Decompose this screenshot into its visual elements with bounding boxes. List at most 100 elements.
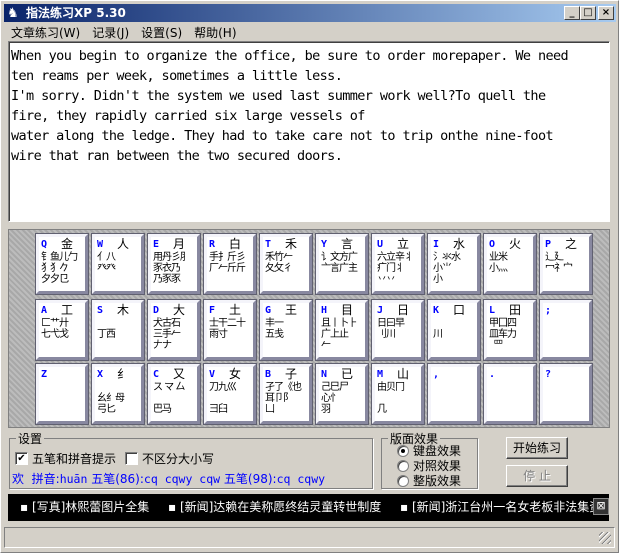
key-Z[interactable]: Z — [36, 364, 88, 424]
key-T[interactable]: T 禾禾竹𠂉 夂攵彳 — [260, 234, 312, 294]
key-J[interactable]: J 日日曰早 刂川 — [372, 300, 424, 360]
key-letter: Y — [321, 239, 328, 250]
key-letter: C — [153, 369, 160, 380]
key-letter: D — [153, 305, 160, 316]
key-letter: ; — [545, 305, 552, 316]
key-letter: H — [321, 305, 328, 316]
key-N[interactable]: N 已己巳尸 心忄 羽 — [316, 364, 368, 424]
hint-w86-label: 五笔(86): — [91, 472, 144, 486]
key-letter: E — [153, 239, 160, 250]
key-S[interactable]: S 木 丁西 — [92, 300, 144, 360]
key-letter: V — [209, 369, 216, 380]
key-main-radical: 木 — [117, 303, 130, 317]
practice-text[interactable]: When you begin to organize the office, b… — [8, 41, 610, 222]
key-F[interactable]: F 土士干二十 雨寸 — [204, 300, 256, 360]
key-radicals: 由贝冂 几 — [377, 382, 405, 415]
key-H[interactable]: H 目且丨卜⺊ 广上止 𠂉 — [316, 300, 368, 360]
radio-full[interactable]: 整版效果 — [397, 472, 461, 489]
hint-pinyin-label: 拼音: — [31, 472, 60, 486]
key-letter: U — [377, 239, 384, 250]
close-button[interactable]: × — [598, 6, 614, 20]
key-main-radical: 女 — [229, 367, 242, 381]
key-main-radical: 目 — [341, 303, 354, 317]
key-radicals: 讠文方广 亠言广主 — [321, 252, 358, 274]
key-letter: , — [433, 369, 440, 380]
key-radicals: 丁西 — [97, 329, 116, 340]
key-.[interactable]: . — [484, 364, 536, 424]
key-Q[interactable]: Q 金钅鱼儿勹 犭犭𠂊 夕夕㔾 — [36, 234, 88, 294]
radio-selected-icon — [397, 444, 409, 457]
key-main-radical: 又 — [173, 367, 186, 381]
key-radicals: 己巳尸 心忄 羽 — [321, 382, 349, 415]
news-item[interactable]: ▪ [新闻]浙江台州一名女老板非法集资 — [400, 494, 601, 521]
key-?[interactable]: ? — [540, 364, 592, 424]
key-radicals: 刀九巛 彐臼 — [209, 382, 237, 415]
key-K[interactable]: K 口 川 — [428, 300, 480, 360]
key-letter: M — [377, 369, 384, 380]
key-;[interactable]: ; — [540, 300, 592, 360]
key-Y[interactable]: Y 言讠文方广 亠言广主 — [316, 234, 368, 294]
key-W[interactable]: W 人亻八 癶癶 — [92, 234, 144, 294]
key-main-radical: 禾 — [285, 237, 298, 251]
key-,[interactable]: , — [428, 364, 480, 424]
wubi-pinyin-label: 五笔和拼音提示 — [32, 452, 117, 466]
key-main-radical: 白 — [229, 237, 242, 251]
key-main-radical: 纟 — [117, 367, 130, 381]
key-letter: K — [433, 305, 440, 316]
key-P[interactable]: P 之辶廴 冖礻宀 — [540, 234, 592, 294]
key-main-radical: 水 — [453, 237, 466, 251]
key-main-radical: 言 — [341, 237, 354, 251]
key-letter: G — [265, 305, 272, 316]
input-hint: 欢 拼音:huān 五笔(86):cq cqwy cqw 五笔(98):cq c… — [12, 470, 325, 487]
key-radicals: 亻八 癶癶 — [97, 252, 116, 274]
maximize-button[interactable]: □ — [580, 6, 596, 20]
key-D[interactable]: D 大犬古石 三手𠂉 𠂇ナ — [148, 300, 200, 360]
key-letter: ? — [545, 369, 552, 380]
key-main-radical: 立 — [397, 237, 410, 251]
key-letter: . — [489, 369, 496, 380]
key-M[interactable]: M 山由贝冂 几 — [372, 364, 424, 424]
key-main-radical: 已 — [341, 367, 354, 381]
key-main-radical: 火 — [509, 237, 522, 251]
key-letter: Z — [41, 369, 48, 380]
start-button[interactable]: 开始练习 — [506, 437, 568, 459]
menu-settings[interactable]: 设置(S) — [135, 24, 188, 42]
key-radicals: 川 — [433, 329, 443, 340]
key-I[interactable]: I 水氵氺水 小⺌ 小 — [428, 234, 480, 294]
key-letter: F — [209, 305, 216, 316]
key-X[interactable]: X 纟 幺纟母 弓匕 — [92, 364, 144, 424]
key-radicals: 用丹彡⺼ 豕衣乃 乃豕豕 — [153, 252, 190, 285]
menu-article-practice[interactable]: 文章练习(W) — [5, 24, 86, 42]
news-item[interactable]: ▪ [写真]林熙蕾图片全集 — [20, 494, 149, 521]
case-checkbox[interactable]: 不区分大小写 — [125, 450, 214, 467]
menu-help[interactable]: 帮助(H) — [188, 24, 242, 42]
checkbox-unchecked-icon — [125, 452, 138, 465]
menu-records[interactable]: 记录(J) — [86, 24, 135, 42]
key-O[interactable]: O 火业米 小灬 — [484, 234, 536, 294]
key-letter: L — [489, 305, 496, 316]
key-B[interactable]: B 子孑了《也 耳卩阝 凵 — [260, 364, 312, 424]
key-C[interactable]: C 又ス マ 厶 巴马 — [148, 364, 200, 424]
key-L[interactable]: L 田甲囗四 皿车力 罒 — [484, 300, 536, 360]
key-main-radical: 土 — [229, 303, 242, 317]
key-main-radical: 工 — [61, 303, 74, 317]
key-radicals: 禾竹𠂉 夂攵彳 — [265, 252, 293, 274]
key-E[interactable]: E 月用丹彡⺼ 豕衣乃 乃豕豕 — [148, 234, 200, 294]
key-R[interactable]: R 白手扌斤彡 厂𠂉斤斤 — [204, 234, 256, 294]
resize-grip-icon[interactable] — [599, 532, 611, 544]
key-G[interactable]: G 王丰一 五戋 — [260, 300, 312, 360]
key-radicals: 士干二十 雨寸 — [209, 318, 246, 340]
checkbox-checked-icon: ✔ — [15, 452, 28, 465]
hint-char: 欢 — [12, 472, 25, 486]
key-main-radical: 子 — [285, 367, 298, 381]
key-letter: T — [265, 239, 272, 250]
news-item[interactable]: ▪ [新闻]达赖在美称愿终结灵童转世制度 — [168, 494, 381, 521]
window-title: 指法练习XP 5.30 — [26, 6, 126, 20]
key-A[interactable]: A 工匚艹廾 七弋戈 — [36, 300, 88, 360]
wubi-pinyin-checkbox[interactable]: ✔ 五笔和拼音提示 — [15, 450, 116, 467]
stop-button[interactable]: 停 止 — [506, 465, 568, 487]
key-V[interactable]: V 女刀九巛 彐臼 — [204, 364, 256, 424]
key-U[interactable]: U 立六立辛丬 疒门丬 丷丷 — [372, 234, 424, 294]
minimize-button[interactable]: _ — [564, 6, 580, 20]
news-close-icon[interactable]: ⊠ — [593, 498, 609, 515]
